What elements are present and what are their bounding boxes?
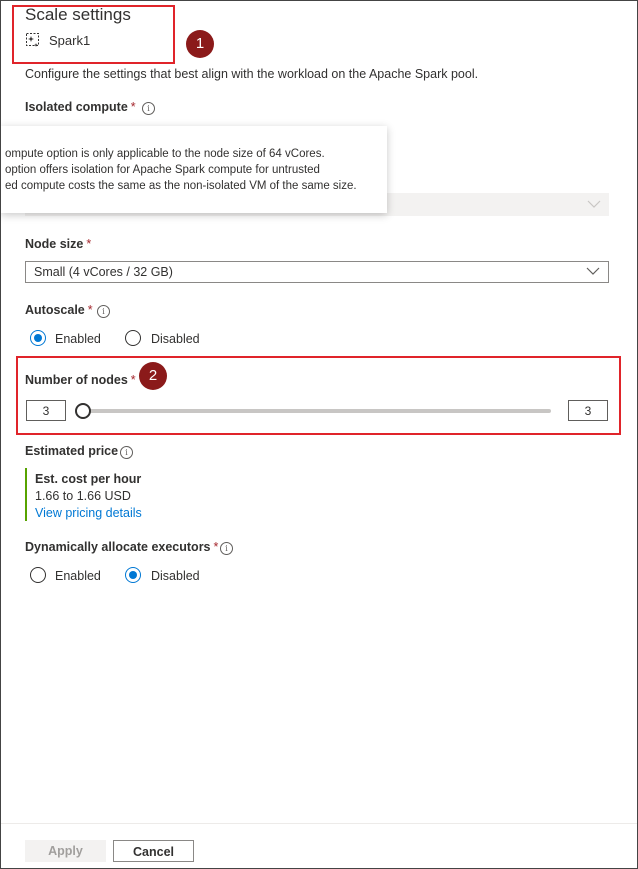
info-icon[interactable]: i — [97, 305, 110, 318]
isolated-compute-label: Isolated compute * — [25, 100, 136, 114]
tooltip-line: ed compute costs the same as the non-iso… — [5, 180, 357, 192]
autoscale-label-text: Autoscale — [25, 303, 85, 317]
autoscale-disabled-label: Disabled — [151, 332, 200, 346]
annotation-marker-2: 2 — [139, 362, 167, 390]
node-size-dropdown[interactable]: Small (4 vCores / 32 GB) — [25, 261, 609, 283]
view-pricing-link[interactable]: View pricing details — [35, 506, 142, 520]
required-marker: * — [86, 237, 92, 251]
node-size-value: Small (4 vCores / 32 GB) — [34, 265, 173, 279]
highlight-box-1 — [12, 5, 175, 64]
annotation-marker-1: 1 — [186, 30, 214, 58]
nodes-slider-thumb[interactable] — [75, 403, 91, 419]
autoscale-enabled-label: Enabled — [55, 332, 101, 346]
autoscale-enabled-radio[interactable] — [30, 330, 46, 346]
required-marker: * — [130, 100, 136, 114]
info-icon[interactable]: i — [120, 446, 133, 459]
isolated-compute-tooltip: ompute option is only applicable to the … — [1, 126, 387, 213]
tooltip-line: option offers isolation for Apache Spark… — [5, 164, 320, 176]
node-size-label: Node size * — [25, 237, 91, 251]
autoscale-label: Autoscale * — [25, 303, 93, 317]
price-heading: Est. cost per hour — [35, 472, 142, 486]
executors-disabled-label: Disabled — [151, 569, 200, 583]
number-of-nodes-label: Number of nodes * — [25, 373, 136, 387]
nodes-slider-track[interactable] — [83, 409, 551, 413]
required-marker: * — [87, 303, 93, 317]
executors-enabled-label: Enabled — [55, 569, 101, 583]
info-icon[interactable]: i — [220, 542, 233, 555]
estimated-price-label: Estimated price — [25, 444, 119, 458]
cancel-button[interactable]: Cancel — [113, 840, 194, 862]
dynamic-executors-label: Dynamically allocate executors * — [25, 540, 218, 554]
min-nodes-input[interactable]: 3 — [26, 400, 66, 421]
executors-disabled-radio[interactable] — [125, 567, 141, 583]
dynamic-executors-label-text: Dynamically allocate executors — [25, 540, 211, 554]
required-marker: * — [213, 540, 219, 554]
highlight-box-2 — [16, 356, 621, 435]
scale-settings-panel: Scale settings Spark1 1 Configure the se… — [0, 0, 638, 869]
autoscale-disabled-radio[interactable] — [125, 330, 141, 346]
node-size-label-text: Node size — [25, 237, 84, 251]
panel-description: Configure the settings that best align w… — [25, 67, 479, 81]
number-of-nodes-label-text: Number of nodes — [25, 373, 128, 387]
footer-divider — [1, 823, 637, 824]
chevron-down-icon — [587, 200, 601, 208]
apply-button[interactable]: Apply — [25, 840, 106, 862]
chevron-down-icon — [586, 267, 600, 275]
tooltip-line: ompute option is only applicable to the … — [5, 148, 325, 160]
price-accent-bar — [25, 468, 27, 521]
price-value: 1.66 to 1.66 USD — [35, 489, 131, 503]
executors-enabled-radio[interactable] — [30, 567, 46, 583]
required-marker: * — [130, 373, 136, 387]
isolated-compute-label-text: Isolated compute — [25, 100, 128, 114]
info-icon[interactable]: i — [142, 102, 155, 115]
max-nodes-input[interactable]: 3 — [568, 400, 608, 421]
